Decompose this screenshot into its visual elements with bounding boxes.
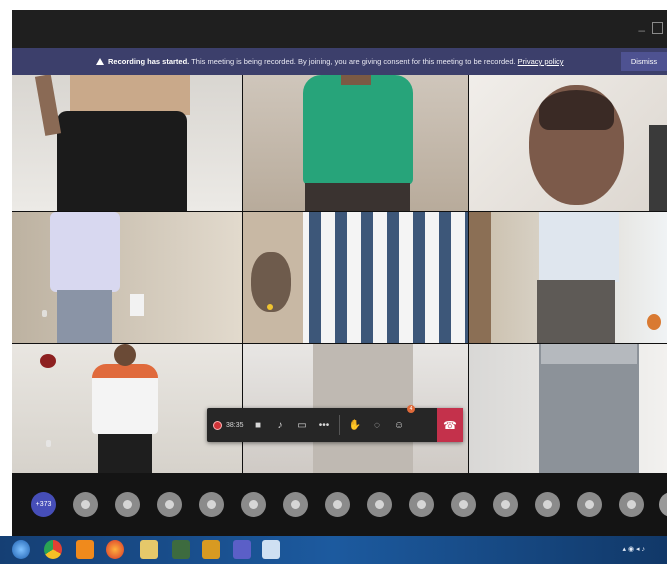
- video-tile[interactable]: [12, 212, 242, 343]
- participant-figure: [34, 75, 62, 136]
- hand-icon: ✋: [348, 419, 362, 431]
- recording-indicator: 38:35: [207, 420, 247, 430]
- participant-strip: +373: [12, 473, 667, 536]
- mic-toggle-button[interactable]: ♪: [269, 408, 291, 442]
- participant-figure: [541, 344, 637, 364]
- participant-avatar[interactable]: [199, 492, 224, 517]
- dismiss-button[interactable]: Dismiss: [621, 52, 667, 71]
- file-explorer-icon[interactable]: [140, 540, 158, 559]
- overflow-participants-count[interactable]: +373: [31, 492, 56, 517]
- more-actions-button[interactable]: •••: [313, 408, 335, 442]
- share-screen-button[interactable]: ▭: [291, 408, 313, 442]
- phone-hangup-icon: ☎: [443, 419, 457, 432]
- participant-avatar[interactable]: [115, 492, 140, 517]
- participant-avatar[interactable]: [493, 492, 518, 517]
- participant-figure: [114, 344, 136, 366]
- participant-figure: [70, 75, 190, 115]
- more-icon: •••: [318, 419, 330, 431]
- banner-title: Recording has started.: [108, 57, 190, 66]
- video-tile[interactable]: [469, 344, 667, 473]
- participant-avatar[interactable]: [659, 492, 667, 517]
- windows-taskbar: ▴ ◉ ◂ ♪: [0, 536, 667, 564]
- participant-figure: [92, 364, 158, 378]
- participant-figure: [539, 90, 614, 130]
- microphone-icon: ♪: [277, 419, 283, 431]
- video-tile[interactable]: [12, 75, 242, 211]
- raise-hand-button[interactable]: ✋: [344, 408, 366, 442]
- participant-figure: [50, 212, 120, 292]
- teams-icon[interactable]: [233, 540, 251, 559]
- participant-avatar[interactable]: [283, 492, 308, 517]
- video-tile[interactable]: [243, 212, 468, 343]
- participant-figure: [57, 111, 187, 211]
- maximize-button[interactable]: [652, 22, 663, 34]
- minimize-button[interactable]: –: [638, 23, 645, 37]
- participant-avatar[interactable]: [409, 492, 434, 517]
- participant-figure: [251, 252, 291, 312]
- participant-avatar[interactable]: [535, 492, 560, 517]
- participant-avatar[interactable]: [73, 492, 98, 517]
- chrome-icon[interactable]: [44, 540, 62, 559]
- participant-figure: [98, 434, 152, 473]
- chat-button[interactable]: ◌: [366, 408, 388, 442]
- participant-avatar[interactable]: [157, 492, 182, 517]
- participant-figure: [267, 304, 273, 310]
- participant-avatar[interactable]: [241, 492, 266, 517]
- participant-figure: [341, 75, 371, 85]
- participant-figure: [303, 75, 413, 185]
- privacy-policy-link[interactable]: Privacy policy: [518, 57, 564, 66]
- camera-icon: ■: [254, 419, 262, 431]
- participant-figure: [537, 280, 615, 343]
- participant-avatar[interactable]: [451, 492, 476, 517]
- warning-icon: [96, 58, 104, 65]
- document-icon[interactable]: [262, 540, 280, 559]
- window-titlebar: –: [12, 10, 667, 48]
- chat-icon: ◌: [374, 419, 380, 431]
- participant-figure: [469, 212, 491, 343]
- recording-banner: Recording has started. This meeting is b…: [12, 48, 667, 75]
- participant-avatar[interactable]: [367, 492, 392, 517]
- microphone-icon: [46, 440, 51, 447]
- system-tray[interactable]: ▴ ◉ ◂ ♪: [623, 545, 645, 553]
- participants-badge: 4: [407, 405, 415, 413]
- banner-message: This meeting is being recorded. By joini…: [189, 57, 518, 66]
- media-player-icon[interactable]: [76, 540, 94, 559]
- participant-avatar[interactable]: [619, 492, 644, 517]
- participant-figure: [57, 290, 112, 343]
- participant-avatar[interactable]: [325, 492, 350, 517]
- participants-button[interactable]: ☺ 4: [388, 405, 415, 442]
- participant-figure: [40, 354, 56, 368]
- video-tile[interactable]: [469, 212, 667, 343]
- microphone-icon: [42, 310, 47, 317]
- recording-banner-text: Recording has started. This meeting is b…: [96, 57, 564, 66]
- participants-icon: ☺: [393, 419, 405, 431]
- call-controls-bar: 38:35 ■ ♪ ▭ ••• ✋ ◌ ☺ 4 ☎: [207, 405, 463, 442]
- participant-figure: [305, 183, 410, 211]
- share-screen-icon: ▭: [297, 419, 307, 431]
- app-icon[interactable]: [202, 540, 220, 559]
- call-timer: 38:35: [226, 421, 244, 429]
- video-tile[interactable]: [469, 75, 667, 211]
- hang-up-button[interactable]: ☎: [437, 408, 463, 442]
- record-dot-icon: [213, 420, 222, 430]
- participant-figure: [130, 294, 144, 316]
- camera-toggle-button[interactable]: ■: [247, 408, 269, 442]
- participant-avatar[interactable]: [577, 492, 602, 517]
- start-button[interactable]: [12, 540, 30, 559]
- app-icon[interactable]: [172, 540, 190, 559]
- controls-divider: [339, 415, 340, 435]
- participant-figure: [647, 314, 661, 330]
- video-tile[interactable]: [243, 75, 468, 211]
- participant-figure: [649, 125, 667, 211]
- firefox-icon[interactable]: [106, 540, 124, 559]
- participant-figure: [539, 212, 619, 282]
